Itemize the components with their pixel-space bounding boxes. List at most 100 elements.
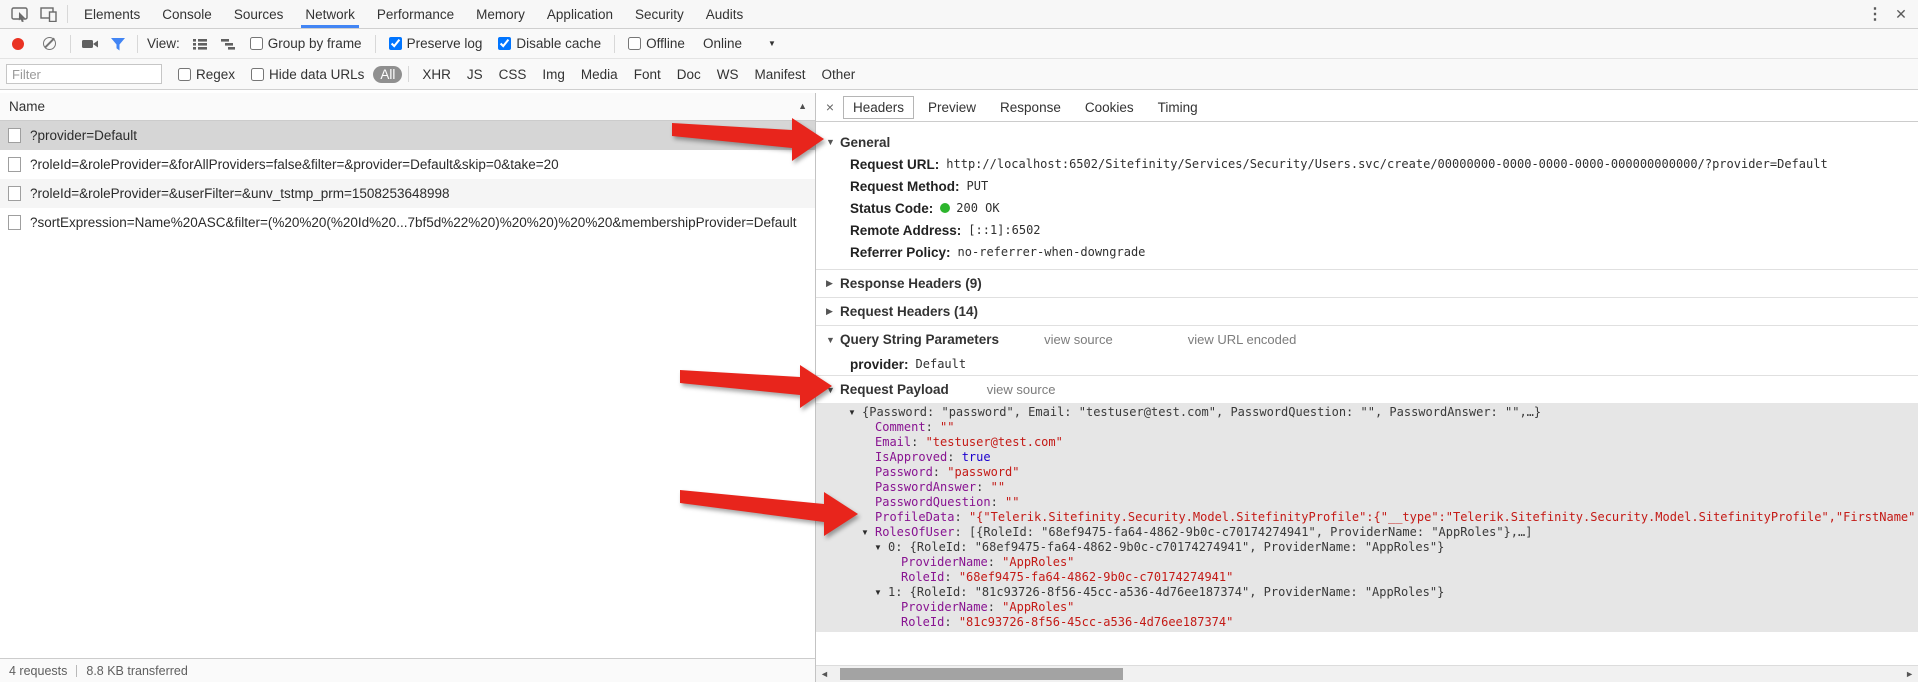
horizontal-scrollbar[interactable]: ◄ ► bbox=[816, 665, 1918, 682]
hide-data-urls-box[interactable] bbox=[251, 68, 264, 81]
request-row[interactable]: ?sortExpression=Name%20ASC&filter=(%20%2… bbox=[0, 208, 815, 237]
chevron-down-icon[interactable]: ▼ bbox=[768, 39, 776, 48]
detail-tab[interactable]: Response bbox=[990, 96, 1071, 119]
general-field: Status Code:200 OK bbox=[816, 197, 1918, 219]
twisty-open-icon[interactable]: ▼ bbox=[826, 137, 840, 147]
kebab-menu-icon[interactable]: ⋮ bbox=[1862, 4, 1888, 24]
payload-row: PasswordQuestion: "" bbox=[816, 495, 1918, 510]
view-source-link[interactable]: view source bbox=[987, 382, 1056, 397]
network-toolbar: View: Group by frame Preserve log Disabl… bbox=[0, 29, 1918, 59]
request-payload-section[interactable]: ▼ Request Payload view source bbox=[816, 375, 1918, 403]
request-row[interactable]: ?roleId=&roleProvider=&forAllProviders=f… bbox=[0, 150, 815, 179]
twisty-icon[interactable]: ▼ bbox=[874, 585, 888, 600]
scroll-right-icon[interactable]: ► bbox=[1905, 669, 1914, 679]
twisty-open-icon[interactable]: ▼ bbox=[826, 385, 840, 395]
headers-content: ▼ General Request URL:http://localhost:6… bbox=[816, 123, 1918, 665]
main-tab[interactable]: Security bbox=[624, 0, 695, 28]
view-label: View: bbox=[147, 36, 180, 51]
filter-type[interactable]: WS bbox=[710, 66, 746, 83]
throttling-select[interactable]: Online bbox=[703, 36, 742, 51]
offline-checkbox[interactable]: Offline bbox=[628, 36, 685, 51]
payload-row: PasswordAnswer: "" bbox=[816, 480, 1918, 495]
payload-row: IsApproved: true bbox=[816, 450, 1918, 465]
request-row[interactable]: ?roleId=&roleProvider=&userFilter=&unv_t… bbox=[0, 179, 815, 208]
hide-data-urls-checkbox[interactable]: Hide data URLs bbox=[251, 67, 364, 82]
filter-type[interactable]: Other bbox=[815, 66, 863, 83]
file-icon bbox=[8, 128, 21, 143]
close-panel-icon[interactable]: × bbox=[819, 99, 841, 115]
filter-type[interactable]: All bbox=[373, 66, 402, 83]
query-string-section[interactable]: ▼ Query String Parameters view source vi… bbox=[816, 325, 1918, 353]
main-tab[interactable]: Memory bbox=[465, 0, 536, 28]
twisty-icon[interactable]: ▼ bbox=[861, 525, 875, 540]
main-tab[interactable]: Performance bbox=[366, 0, 465, 28]
payload-row: ▼1: {RoleId: "81c93726-8f56-45cc-a536-4d… bbox=[816, 585, 1918, 600]
name-column-header[interactable]: Name bbox=[0, 93, 815, 121]
transferred-size: 8.8 KB transferred bbox=[86, 664, 187, 678]
divider bbox=[614, 35, 615, 53]
twisty-icon[interactable]: ▼ bbox=[848, 405, 862, 420]
main-tab[interactable]: Audits bbox=[695, 0, 755, 28]
response-headers-section[interactable]: ▶ Response Headers (9) bbox=[816, 269, 1918, 297]
regex-checkbox[interactable]: Regex bbox=[178, 67, 235, 82]
close-devtools-icon[interactable]: ✕ bbox=[1888, 6, 1914, 23]
inspect-element-icon[interactable] bbox=[6, 0, 34, 28]
divider bbox=[408, 66, 409, 82]
list-view-icon[interactable] bbox=[186, 38, 214, 50]
detail-tab[interactable]: Cookies bbox=[1075, 96, 1144, 119]
scroll-up-icon[interactable]: ▲ bbox=[798, 101, 807, 111]
requests-panel: Name ?provider=Default?roleId=&roleProvi… bbox=[0, 93, 815, 682]
payload-row: RoleId: "68ef9475-fa64-4862-9b0c-c701742… bbox=[816, 570, 1918, 585]
waterfall-view-icon[interactable] bbox=[214, 38, 242, 50]
view-source-link[interactable]: view source bbox=[1044, 332, 1113, 347]
file-icon bbox=[8, 215, 21, 230]
divider bbox=[70, 35, 71, 53]
twisty-open-icon[interactable]: ▼ bbox=[826, 335, 840, 345]
filter-funnel-icon[interactable] bbox=[104, 37, 132, 51]
detail-tab[interactable]: Timing bbox=[1148, 96, 1208, 119]
request-row[interactable]: ?provider=Default bbox=[0, 121, 815, 150]
filter-type[interactable]: JS bbox=[460, 66, 490, 83]
record-icon[interactable] bbox=[12, 38, 24, 50]
regex-box[interactable] bbox=[178, 68, 191, 81]
detail-tab[interactable]: Headers bbox=[843, 96, 914, 119]
group-by-frame-box[interactable] bbox=[250, 37, 263, 50]
filter-types: All XHRJSCSSImgMediaFontDocWSManifestOthe… bbox=[372, 66, 863, 83]
devtools-tabbar: ElementsConsoleSourcesNetworkPerformance… bbox=[0, 0, 1918, 29]
main-tab[interactable]: Network bbox=[294, 0, 366, 28]
filter-type[interactable]: Img bbox=[535, 66, 572, 83]
file-icon bbox=[8, 157, 21, 172]
preserve-log-checkbox[interactable]: Preserve log bbox=[389, 36, 483, 51]
filter-type[interactable]: Manifest bbox=[747, 66, 812, 83]
scrollbar-thumb[interactable] bbox=[840, 668, 1123, 680]
payload-row: ProviderName: "AppRoles" bbox=[816, 600, 1918, 615]
filter-type[interactable]: Doc bbox=[670, 66, 708, 83]
payload-row: ProviderName: "AppRoles" bbox=[816, 555, 1918, 570]
screenshot-camera-icon[interactable] bbox=[76, 37, 104, 51]
group-by-frame-checkbox[interactable]: Group by frame bbox=[250, 36, 362, 51]
request-headers-section[interactable]: ▶ Request Headers (14) bbox=[816, 297, 1918, 325]
offline-box[interactable] bbox=[628, 37, 641, 50]
filter-type[interactable]: XHR bbox=[415, 66, 458, 83]
disable-cache-box[interactable] bbox=[498, 37, 511, 50]
device-toolbar-icon[interactable] bbox=[34, 0, 62, 28]
main-tab[interactable]: Application bbox=[536, 0, 624, 28]
disable-cache-checkbox[interactable]: Disable cache bbox=[498, 36, 601, 51]
twisty-closed-icon[interactable]: ▶ bbox=[826, 278, 840, 289]
twisty-closed-icon[interactable]: ▶ bbox=[826, 306, 840, 317]
scroll-left-icon[interactable]: ◄ bbox=[820, 669, 829, 679]
view-url-encoded-link[interactable]: view URL encoded bbox=[1188, 332, 1297, 347]
main-tab[interactable]: Sources bbox=[223, 0, 295, 28]
filter-type[interactable]: Media bbox=[574, 66, 625, 83]
main-tab[interactable]: Elements bbox=[73, 0, 151, 28]
main-tab[interactable]: Console bbox=[151, 0, 223, 28]
detail-tab[interactable]: Preview bbox=[918, 96, 986, 119]
twisty-icon[interactable]: ▼ bbox=[874, 540, 888, 555]
preserve-log-box[interactable] bbox=[389, 37, 402, 50]
filter-type[interactable]: Font bbox=[627, 66, 668, 83]
network-filter-bar: Regex Hide data URLs All XHRJSCSSImgMedia… bbox=[0, 59, 1918, 90]
general-section-header[interactable]: ▼ General bbox=[816, 131, 1918, 153]
clear-icon[interactable] bbox=[43, 37, 56, 50]
filter-input[interactable] bbox=[6, 64, 162, 84]
filter-type[interactable]: CSS bbox=[492, 66, 534, 83]
